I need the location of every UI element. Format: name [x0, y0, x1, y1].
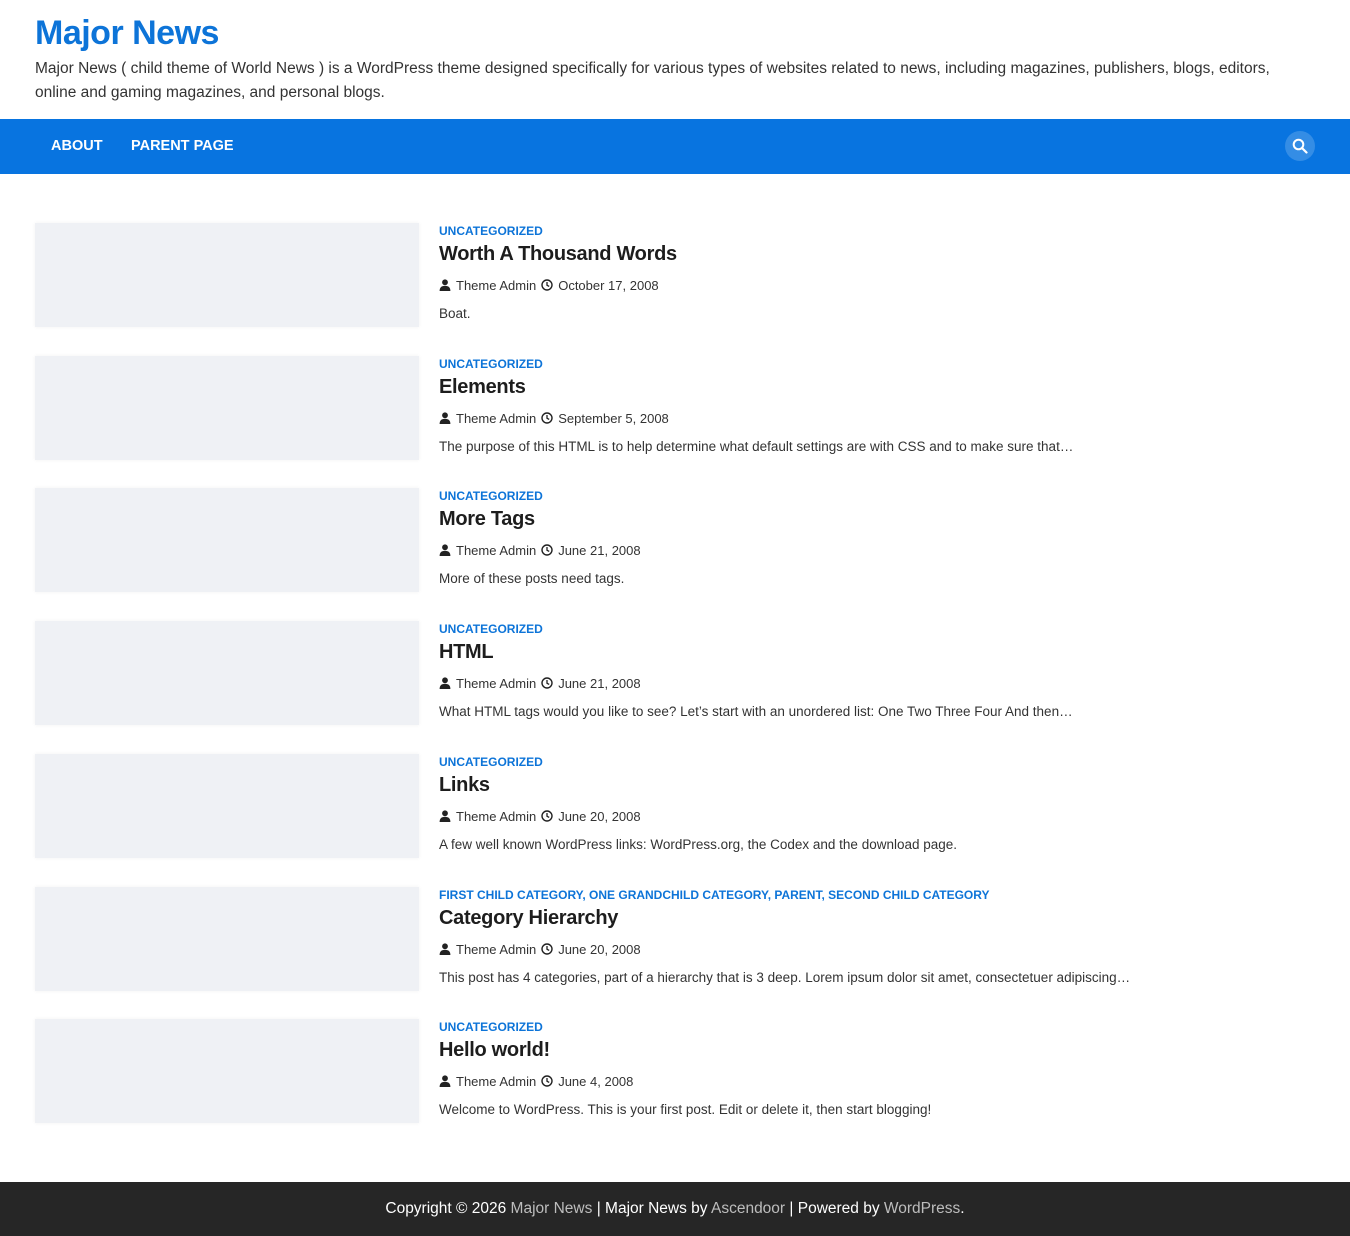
post-meta: Theme Admin June 20, 2008 [439, 941, 641, 957]
post-excerpt: Welcome to WordPress. This is your first… [439, 1102, 932, 1117]
post-excerpt: Boat. [439, 306, 471, 321]
post-item: Uncategorized Elements Theme Admin Septembe… [35, 356, 1315, 460]
post-meta: Theme Admin September 5, 2008 [439, 410, 669, 426]
post-meta: Theme Admin June 21, 2008 [439, 542, 641, 558]
post-date[interactable]: June 20, 2008 [558, 809, 640, 824]
post-title[interactable]: Links [439, 774, 490, 797]
clock-icon [541, 544, 553, 556]
post-category-link[interactable]: Uncategorized [439, 1020, 543, 1034]
post-category-link[interactable]: Uncategorized [439, 755, 543, 769]
post-date[interactable]: June 21, 2008 [558, 676, 640, 691]
post-author[interactable]: Theme Admin [456, 411, 536, 426]
nav-item-about[interactable]: About [51, 119, 103, 174]
post-categories: First Child Category, One Grandchild Cat… [439, 888, 990, 902]
footer-copyright: Copyright © 2026 [385, 1200, 507, 1217]
post-categories: Uncategorized [439, 357, 543, 371]
post-thumbnail[interactable] [35, 356, 419, 460]
post-author[interactable]: Theme Admin [456, 676, 536, 691]
post-item: Uncategorized More Tags Theme Admin June 21… [35, 488, 1315, 592]
site-title[interactable]: Major News [35, 14, 219, 53]
search-button[interactable] [1285, 131, 1315, 161]
post-excerpt: More of these posts need tags. [439, 571, 625, 586]
post-title[interactable]: Hello world! [439, 1039, 550, 1062]
post-author[interactable]: Theme Admin [456, 809, 536, 824]
nav-item-parent-page[interactable]: Parent Page [131, 119, 234, 174]
post-author[interactable]: Theme Admin [456, 942, 536, 957]
post-meta: Theme Admin June 20, 2008 [439, 808, 641, 824]
post-item: Uncategorized Links Theme Admin June 20, 20… [35, 754, 1315, 858]
clock-icon [541, 677, 553, 689]
footer-end: . [960, 1200, 965, 1217]
post-author[interactable]: Theme Admin [456, 1074, 536, 1089]
post-thumbnail[interactable] [35, 223, 419, 327]
footer-theme-text: Major News by [605, 1200, 708, 1217]
post-category-link[interactable]: One Grandchild Category [589, 888, 768, 902]
footer-wordpress-link[interactable]: WordPress [884, 1200, 960, 1217]
post-category-link[interactable]: Parent [774, 888, 821, 902]
clock-icon [541, 943, 553, 955]
post-item: Uncategorized HTML Theme Admin June 21, 200… [35, 621, 1315, 725]
clock-icon [541, 279, 553, 291]
footer-separator: | [596, 1200, 601, 1217]
footer-site-link[interactable]: Major News [511, 1200, 593, 1217]
post-category-link[interactable]: Uncategorized [439, 357, 543, 371]
user-icon [439, 677, 451, 689]
user-icon [439, 412, 451, 424]
post-category-link[interactable]: Uncategorized [439, 489, 543, 503]
main-nav: About Parent Page [0, 119, 1350, 174]
post-title[interactable]: Elements [439, 376, 526, 399]
post-excerpt: A few well known WordPress links: WordPr… [439, 837, 958, 852]
site-footer: Copyright © 2026 Major News | Major News… [0, 1182, 1350, 1236]
post-author[interactable]: Theme Admin [456, 543, 536, 558]
post-title[interactable]: Worth A Thousand Words [439, 243, 677, 266]
post-item: First Child Category, One Grandchild Cat… [35, 887, 1315, 991]
user-icon [439, 279, 451, 291]
post-meta: Theme Admin June 4, 2008 [439, 1073, 633, 1089]
post-category-link[interactable]: Second Child Category [828, 888, 989, 902]
post-item: Uncategorized Worth A Thousand Words Theme… [35, 223, 1315, 327]
post-categories: Uncategorized [439, 489, 543, 503]
post-author[interactable]: Theme Admin [456, 278, 536, 293]
user-icon [439, 544, 451, 556]
post-category-link[interactable]: Uncategorized [439, 622, 543, 636]
post-date[interactable]: September 5, 2008 [558, 411, 669, 426]
user-icon [439, 943, 451, 955]
clock-icon [541, 1075, 553, 1087]
user-icon [439, 1075, 451, 1087]
post-categories: Uncategorized [439, 1020, 543, 1034]
post-categories: Uncategorized [439, 622, 543, 636]
post-title[interactable]: Category Hierarchy [439, 907, 618, 930]
post-thumbnail[interactable] [35, 1019, 419, 1123]
site-header: Major News Major News ( child theme of W… [0, 0, 1350, 119]
post-category-link[interactable]: First Child Category [439, 888, 582, 902]
category-separator: , [582, 888, 590, 902]
post-excerpt: The purpose of this HTML is to help dete… [439, 439, 1074, 454]
post-title[interactable]: More Tags [439, 508, 535, 531]
post-categories: Uncategorized [439, 755, 543, 769]
post-date[interactable]: June 20, 2008 [558, 942, 640, 957]
post-thumbnail[interactable] [35, 887, 419, 991]
footer-author-link[interactable]: Ascendoor [711, 1200, 785, 1217]
post-thumbnail[interactable] [35, 488, 419, 592]
post-meta: Theme Admin June 21, 2008 [439, 675, 641, 691]
search-icon [1292, 138, 1308, 154]
footer-separator: | [789, 1200, 794, 1217]
post-thumbnail[interactable] [35, 754, 419, 858]
post-title[interactable]: HTML [439, 641, 494, 664]
footer-powered-text: Powered by [797, 1200, 880, 1217]
post-category-link[interactable]: Uncategorized [439, 224, 543, 238]
post-excerpt: This post has 4 categories, part of a hi… [439, 970, 1131, 985]
clock-icon [541, 412, 553, 424]
site-description: Major News ( child theme of World News )… [35, 60, 1270, 101]
clock-icon [541, 810, 553, 822]
user-icon [439, 810, 451, 822]
post-date[interactable]: October 17, 2008 [558, 278, 658, 293]
post-thumbnail[interactable] [35, 621, 419, 725]
post-date[interactable]: June 4, 2008 [558, 1074, 633, 1089]
post-categories: Uncategorized [439, 224, 543, 238]
post-item: Uncategorized Hello world! Theme Admin June… [35, 1019, 1315, 1123]
post-meta: Theme Admin October 17, 2008 [439, 277, 659, 293]
post-excerpt: What HTML tags would you like to see? Le… [439, 704, 1073, 719]
post-date[interactable]: June 21, 2008 [558, 543, 640, 558]
